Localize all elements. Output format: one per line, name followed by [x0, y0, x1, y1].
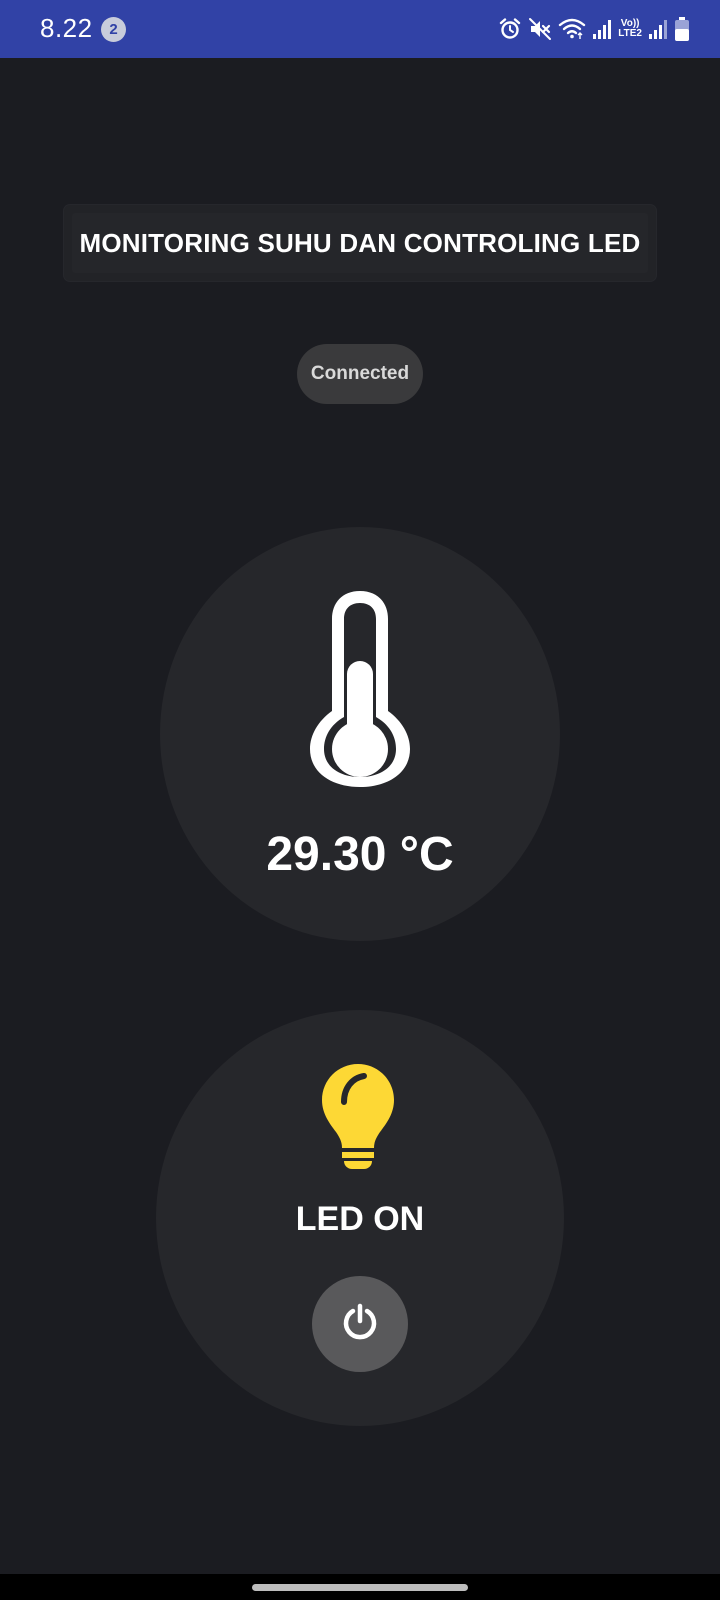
alarm-icon	[498, 17, 522, 41]
volte-icon: Vo)) LTE2	[618, 19, 642, 39]
led-toggle-button[interactable]	[312, 1276, 408, 1372]
signal-icon	[648, 18, 668, 40]
wifi-icon	[558, 17, 586, 41]
page-title: MONITORING SUHU DAN CONTROLING LED	[79, 227, 641, 258]
navigation-bar	[0, 1574, 720, 1600]
title-card: MONITORING SUHU DAN CONTROLING LED	[64, 205, 656, 281]
temperature-card: 29.30 °C	[160, 527, 560, 941]
volte-label-bottom: LTE2	[618, 28, 642, 39]
notification-count-badge: 2	[101, 17, 126, 42]
temperature-value: 29.30 °C	[266, 828, 454, 881]
status-time: 8.22	[40, 13, 93, 43]
status-bar: 8.22 2 Vo)) LTE2	[0, 0, 720, 58]
signal-icon	[592, 18, 612, 40]
led-status-label: LED ON	[295, 1200, 425, 1238]
led-card: LED ON	[156, 1010, 564, 1426]
thermometer-icon	[308, 587, 412, 792]
home-gesture-handle[interactable]	[252, 1584, 468, 1591]
status-icons: Vo)) LTE2	[498, 14, 690, 44]
lightbulb-icon	[320, 1062, 396, 1175]
power-icon	[340, 1302, 380, 1347]
mute-icon	[528, 17, 552, 41]
connection-status-badge: Connected	[297, 344, 423, 404]
battery-icon	[674, 16, 690, 42]
